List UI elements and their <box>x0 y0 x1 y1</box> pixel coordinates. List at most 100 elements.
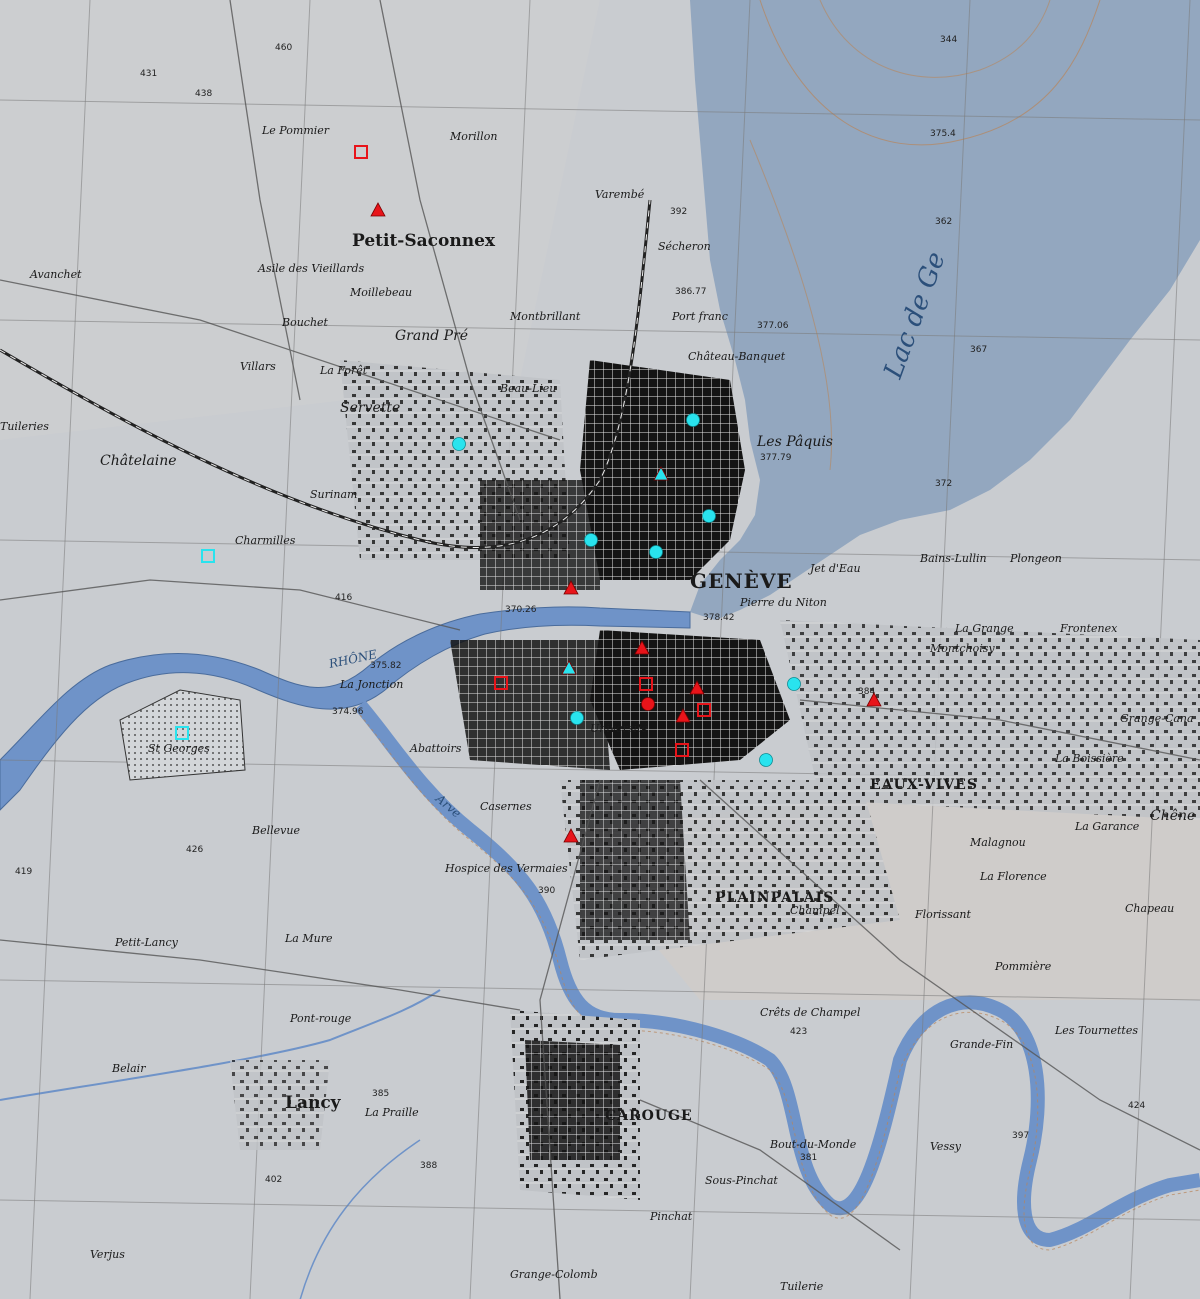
label-grange-canal: Grange-Cana <box>1120 712 1194 725</box>
elev-3: 362 <box>935 217 952 227</box>
label-lancy: Lancy <box>285 1093 342 1113</box>
label-le-pommier: Le Pommier <box>261 124 330 137</box>
label-la-jonction: La Jonction <box>339 678 403 691</box>
label-belair: Belair <box>111 1062 146 1075</box>
label-petit-lancy: Petit-Lancy <box>114 936 179 949</box>
elev-13: 423 <box>790 1027 807 1037</box>
label-moillebeau: Moillebeau <box>349 286 412 299</box>
label-malagnou: Malagnou <box>969 836 1026 849</box>
label-chapeau: Chapeau <box>1125 902 1174 915</box>
label-crets-champel: Crêts de Champel <box>760 1006 861 1019</box>
city-carouge-core <box>525 1040 620 1160</box>
marker-site-tranchees[interactable] <box>759 753 773 767</box>
elev-26: 419 <box>15 867 32 877</box>
label-eaux-vives: EAUX-VIVES <box>870 777 978 793</box>
label-la-foret: La Forêt <box>319 364 368 377</box>
label-petit-saconnex: Petit-Saconnex <box>352 231 496 251</box>
label-bellevue: Bellevue <box>251 824 300 837</box>
map-viewport[interactable]: GENÈVE PLAINPALAIS EAUX-VIVES CAROUGE Pe… <box>0 0 1200 1299</box>
marker-site-paquis-3[interactable] <box>702 509 716 523</box>
label-la-garance: La Garance <box>1074 820 1140 833</box>
label-charmilles: Charmilles <box>235 534 296 547</box>
label-bouchet: Bouchet <box>281 316 329 329</box>
label-asile: Asile des Vieillards <box>257 262 365 275</box>
elev-23: 424 <box>1128 1101 1145 1111</box>
label-plongeon: Plongeon <box>1009 552 1062 565</box>
elev-1: 375.4 <box>930 129 956 139</box>
elev-19: 392 <box>670 207 687 217</box>
elev-2: 344 <box>940 35 957 45</box>
label-pinchat: Pinchat <box>649 1210 693 1223</box>
label-florissant: Florissant <box>914 908 971 921</box>
marker-site-paquis-1[interactable] <box>686 413 700 427</box>
city-plainpalais-core <box>580 780 690 940</box>
elev-27: 426 <box>186 845 203 855</box>
label-la-florence: La Florence <box>979 870 1047 883</box>
topographic-map: GENÈVE PLAINPALAIS EAUX-VIVES CAROUGE Pe… <box>0 0 1200 1299</box>
label-chateau-banquet: Château-Banquet <box>688 350 786 363</box>
label-bains-lullin: Bains-Lullin <box>919 552 987 565</box>
label-jet-deau: Jet d'Eau <box>808 562 861 575</box>
label-pierre-niton: Pierre du Niton <box>739 596 827 609</box>
label-servette: Servette <box>340 400 400 416</box>
marker-site-old-town-3[interactable] <box>641 697 655 711</box>
elev-21: 381 <box>800 1153 817 1163</box>
elev-11: 375.82 <box>370 661 402 671</box>
marker-site-plainpalais-1[interactable] <box>570 711 584 725</box>
elev-5: 372 <box>935 479 952 489</box>
label-la-mure: La Mure <box>284 932 333 945</box>
label-grand-pre: Grand Pré <box>395 328 468 344</box>
label-surinam: Surinam <box>310 488 357 501</box>
marker-site-rive[interactable] <box>787 677 801 691</box>
label-sous-pinchat: Sous-Pinchat <box>705 1174 778 1187</box>
elev-10: 374.96 <box>332 707 364 717</box>
elev-14: 416 <box>335 593 352 603</box>
label-universite: Université <box>590 722 648 735</box>
elev-20: 390 <box>538 886 555 896</box>
label-villars: Villars <box>240 360 276 373</box>
marker-site-servette[interactable] <box>452 437 466 451</box>
label-morillon: Morillon <box>449 130 497 143</box>
label-montchoisy: Montchoisy <box>929 642 995 655</box>
elev-15: 460 <box>275 43 292 53</box>
elev-16: 431 <box>140 69 157 79</box>
label-avanchet: Avanchet <box>29 268 82 281</box>
elev-12: 370.26 <box>505 605 537 615</box>
label-beau-lieu: Beau-Lieu <box>499 382 556 395</box>
label-bout-du-monde: Bout-du-Monde <box>769 1138 857 1151</box>
label-st-georges: St Georges <box>148 742 210 755</box>
marker-site-cornavin[interactable] <box>584 533 598 547</box>
elev-7: 377.06 <box>757 321 789 331</box>
label-grange-colomb: Grange-Colomb <box>510 1268 598 1281</box>
label-pommiere: Pommière <box>994 960 1052 973</box>
label-geneve: GENÈVE <box>690 569 793 593</box>
label-la-praille: La Praille <box>364 1106 419 1119</box>
elev-22: 397 <box>1012 1131 1029 1141</box>
label-la-boissiere: La Boissière <box>1054 752 1124 765</box>
label-montbrillant: Montbrillant <box>509 310 581 323</box>
label-casernes: Casernes <box>480 800 532 813</box>
label-tuilerie: Tuilerie <box>780 1280 824 1293</box>
marker-site-rive-droite[interactable] <box>649 545 663 559</box>
elev-24: 402 <box>265 1175 282 1185</box>
label-secheron: Sécheron <box>658 240 711 253</box>
label-vessy: Vessy <box>930 1140 962 1153</box>
label-tuileries: Tuileries <box>0 420 49 433</box>
label-pont-rouge: Pont-rouge <box>289 1012 352 1025</box>
elev-8: 377.79 <box>760 453 792 463</box>
elev-4: 367 <box>970 345 987 355</box>
label-abattoirs: Abattoirs <box>409 742 462 755</box>
label-champel: Champel <box>790 904 840 917</box>
label-les-tournettes: Les Tournettes <box>1054 1024 1138 1037</box>
label-chene: Chêne <box>1150 808 1195 824</box>
elev-28: 438 <box>195 89 212 99</box>
elev-6: 386.77 <box>675 287 707 297</box>
label-carouge: CAROUGE <box>605 1108 693 1124</box>
label-port-franc: Port franc <box>671 310 728 323</box>
label-verjus: Verjus <box>90 1248 125 1261</box>
label-varembe: Varembé <box>595 188 645 201</box>
elev-9: 378.42 <box>703 613 735 623</box>
label-chatelaine: Châtelaine <box>100 453 177 469</box>
label-hospice: Hospice des Vermaies <box>444 862 568 875</box>
elev-25: 385 <box>372 1089 389 1099</box>
